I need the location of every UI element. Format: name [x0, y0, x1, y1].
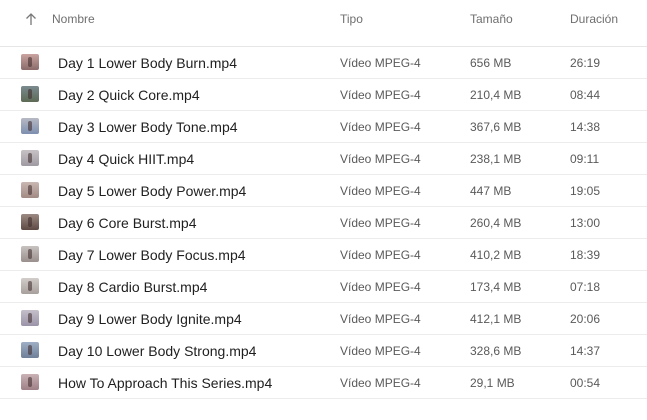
file-duration: 09:11	[570, 152, 600, 166]
arrow-up-icon[interactable]	[24, 11, 38, 27]
file-type: Vídeo MPEG-4	[340, 280, 421, 294]
file-type: Vídeo MPEG-4	[340, 344, 421, 358]
file-type: Vídeo MPEG-4	[340, 376, 421, 390]
file-type: Vídeo MPEG-4	[340, 184, 421, 198]
file-size: 173,4 MB	[470, 280, 522, 294]
file-size: 656 MB	[470, 56, 512, 70]
video-thumbnail-icon	[21, 310, 39, 326]
file-type: Vídeo MPEG-4	[340, 56, 421, 70]
file-type: Vídeo MPEG-4	[340, 216, 421, 230]
column-header-duration[interactable]: Duración	[570, 12, 618, 26]
file-row[interactable]: Day 1 Lower Body Burn.mp4 Vídeo MPEG-4 6…	[0, 47, 647, 79]
file-name: Day 5 Lower Body Power.mp4	[58, 183, 247, 199]
file-name: Day 8 Cardio Burst.mp4	[58, 279, 208, 295]
file-duration: 26:19	[570, 56, 601, 70]
column-header-type[interactable]: Tipo	[340, 12, 363, 26]
file-type: Vídeo MPEG-4	[340, 312, 421, 326]
video-thumbnail-icon	[21, 246, 39, 262]
file-row[interactable]: Day 3 Lower Body Tone.mp4 Vídeo MPEG-4 3…	[0, 111, 647, 143]
file-row[interactable]: Day 8 Cardio Burst.mp4 Vídeo MPEG-4 173,…	[0, 271, 647, 303]
file-row[interactable]: Day 10 Lower Body Strong.mp4 Vídeo MPEG-…	[0, 335, 647, 367]
file-type: Vídeo MPEG-4	[340, 120, 421, 134]
file-type: Vídeo MPEG-4	[340, 152, 421, 166]
file-name: Day 4 Quick HIIT.mp4	[58, 151, 195, 167]
file-size: 367,6 MB	[470, 120, 522, 134]
file-row[interactable]: Day 2 Quick Core.mp4 Vídeo MPEG-4 210,4 …	[0, 79, 647, 111]
file-type: Vídeo MPEG-4	[340, 248, 421, 262]
video-thumbnail-icon	[21, 278, 39, 294]
file-duration: 19:05	[570, 184, 601, 198]
file-duration: 20:06	[570, 312, 601, 326]
file-row[interactable]: Day 6 Core Burst.mp4 Vídeo MPEG-4 260,4 …	[0, 207, 647, 239]
file-duration: 07:18	[570, 280, 601, 294]
file-size: 447 MB	[470, 184, 512, 198]
column-header-name[interactable]: Nombre	[52, 12, 95, 26]
file-duration: 14:37	[570, 344, 601, 358]
file-duration: 08:44	[570, 88, 601, 102]
file-row[interactable]: How To Approach This Series.mp4 Vídeo MP…	[0, 367, 647, 399]
video-thumbnail-icon	[21, 182, 39, 198]
file-duration: 18:39	[570, 248, 601, 262]
file-name: How To Approach This Series.mp4	[58, 375, 273, 391]
file-name: Day 7 Lower Body Focus.mp4	[58, 247, 246, 263]
file-list: Day 1 Lower Body Burn.mp4 Vídeo MPEG-4 6…	[0, 47, 647, 399]
video-thumbnail-icon	[21, 150, 39, 166]
file-duration: 13:00	[570, 216, 601, 230]
file-name: Day 9 Lower Body Ignite.mp4	[58, 311, 242, 327]
file-name: Day 1 Lower Body Burn.mp4	[58, 55, 237, 71]
video-thumbnail-icon	[21, 342, 39, 358]
file-list-header: Nombre Tipo Tamaño Duración	[0, 0, 647, 47]
file-size: 410,2 MB	[470, 248, 522, 262]
file-size: 29,1 MB	[470, 376, 515, 390]
file-size: 210,4 MB	[470, 88, 522, 102]
video-thumbnail-icon	[21, 374, 39, 390]
video-thumbnail-icon	[21, 118, 39, 134]
file-duration: 14:38	[570, 120, 601, 134]
video-thumbnail-icon	[21, 86, 39, 102]
file-size: 328,6 MB	[470, 344, 522, 358]
video-thumbnail-icon	[21, 214, 39, 230]
file-duration: 00:54	[570, 376, 601, 390]
file-row[interactable]: Day 9 Lower Body Ignite.mp4 Vídeo MPEG-4…	[0, 303, 647, 335]
file-row[interactable]: Day 4 Quick HIIT.mp4 Vídeo MPEG-4 238,1 …	[0, 143, 647, 175]
column-header-size[interactable]: Tamaño	[470, 12, 513, 26]
file-name: Day 3 Lower Body Tone.mp4	[58, 119, 238, 135]
file-size: 260,4 MB	[470, 216, 522, 230]
file-name: Day 10 Lower Body Strong.mp4	[58, 343, 257, 359]
video-thumbnail-icon	[21, 54, 39, 70]
file-name: Day 6 Core Burst.mp4	[58, 215, 197, 231]
file-row[interactable]: Day 7 Lower Body Focus.mp4 Vídeo MPEG-4 …	[0, 239, 647, 271]
file-type: Vídeo MPEG-4	[340, 88, 421, 102]
file-name: Day 2 Quick Core.mp4	[58, 87, 200, 103]
file-size: 238,1 MB	[470, 152, 522, 166]
file-size: 412,1 MB	[470, 312, 522, 326]
file-row[interactable]: Day 5 Lower Body Power.mp4 Vídeo MPEG-4 …	[0, 175, 647, 207]
